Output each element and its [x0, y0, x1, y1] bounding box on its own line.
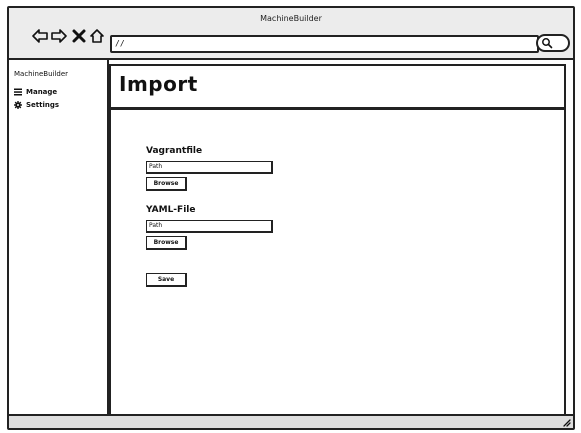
search-button[interactable]: [536, 34, 570, 52]
browser-window: MachineBuilder // MachineBuilder Manage …: [7, 6, 575, 430]
vagrantfile-path-input[interactable]: Path: [146, 161, 273, 174]
resize-handle-icon[interactable]: [561, 417, 571, 427]
sidebar-brand: MachineBuilder: [14, 70, 69, 78]
forward-arrow-icon[interactable]: [51, 28, 67, 44]
yaml-file-path-input[interactable]: Path: [146, 220, 273, 233]
sidebar-item-manage[interactable]: Manage: [14, 88, 57, 96]
vagrantfile-browse-button[interactable]: Browse: [146, 177, 187, 191]
gear-icon: [14, 101, 22, 109]
close-icon[interactable]: [71, 28, 87, 44]
window-title: MachineBuilder: [260, 14, 322, 23]
back-arrow-icon[interactable]: [32, 28, 48, 44]
sidebar-item-settings[interactable]: Settings: [14, 101, 59, 109]
page-header: Import: [109, 64, 566, 110]
search-icon: [542, 38, 553, 49]
page-title: Import: [119, 72, 198, 96]
vagrantfile-label: Vagrantfile: [146, 146, 203, 156]
url-input[interactable]: //: [110, 35, 539, 53]
import-form-panel: Vagrantfile Path Browse YAML-File Path B…: [109, 108, 566, 417]
sidebar: MachineBuilder Manage Settings: [9, 60, 109, 416]
browser-toolbar: MachineBuilder //: [9, 8, 573, 60]
menu-icon: [14, 88, 22, 96]
home-icon[interactable]: [89, 28, 105, 44]
save-button[interactable]: Save: [146, 273, 187, 287]
yaml-file-label: YAML-File: [146, 205, 196, 215]
sidebar-item-label: Settings: [26, 101, 60, 109]
sidebar-item-label: Manage: [26, 88, 58, 96]
status-bar: [9, 414, 573, 428]
yaml-file-browse-button[interactable]: Browse: [146, 236, 187, 250]
